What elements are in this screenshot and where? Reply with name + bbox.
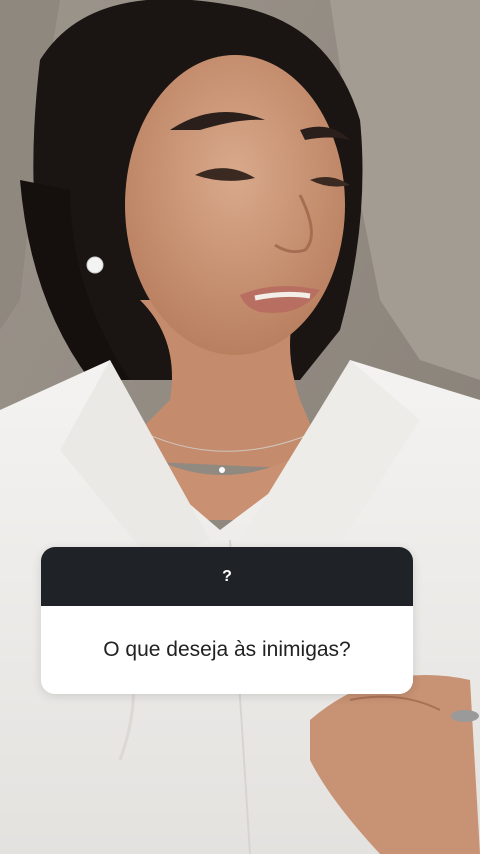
question-sticker-body: O que deseja às inimigas? (41, 606, 413, 694)
story-background-photo (0, 0, 480, 854)
question-text: O que deseja às inimigas? (103, 638, 351, 661)
question-sticker-header: ? (41, 547, 413, 606)
question-sticker[interactable]: ? O que deseja às inimigas? (41, 547, 413, 694)
question-mark-label: ? (222, 567, 232, 585)
portrait-photo-illustration (0, 0, 480, 854)
